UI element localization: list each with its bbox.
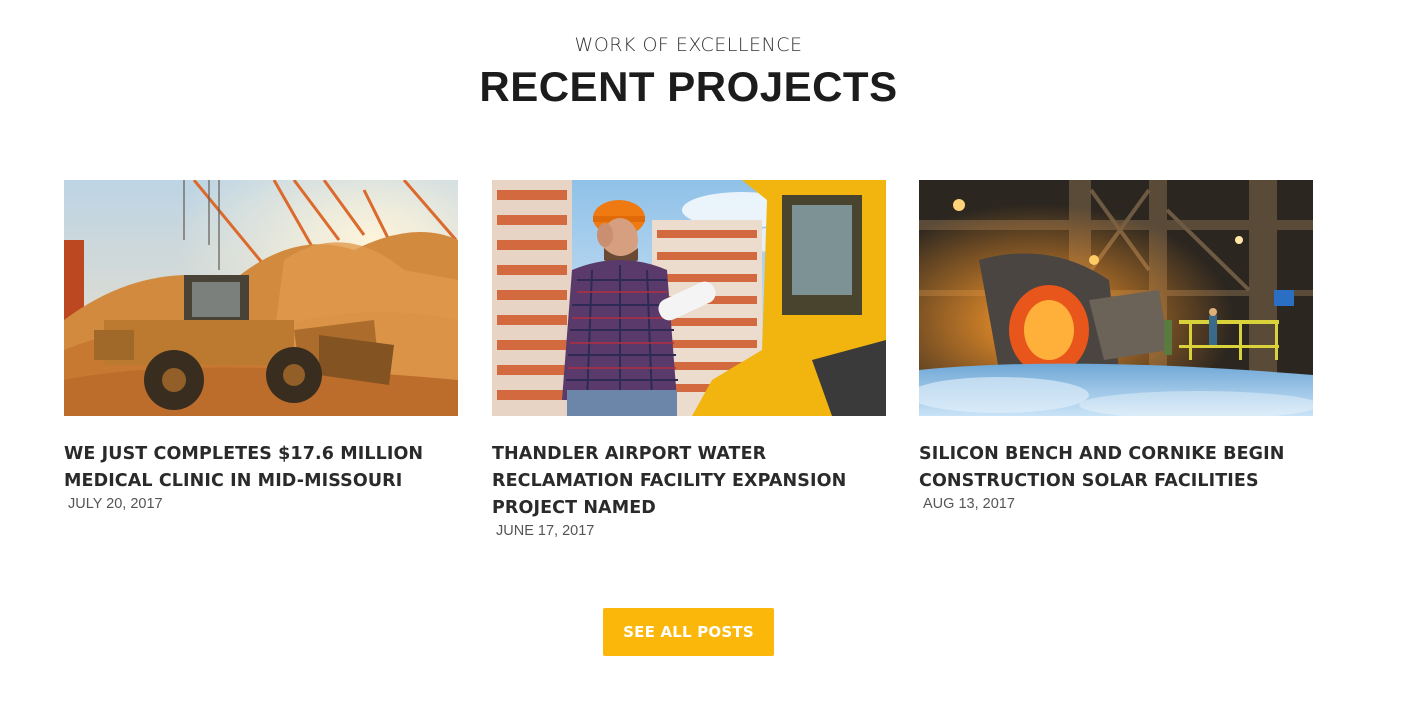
project-image-construction-worker[interactable] bbox=[492, 180, 886, 416]
project-card: THANDLER AIRPORT WATER RECLAMATION FACIL… bbox=[492, 180, 886, 539]
see-all-posts-button[interactable]: SEE ALL POSTS bbox=[603, 608, 774, 656]
project-card: WE JUST COMPLETES $17.6 MILLION MEDICAL … bbox=[64, 180, 458, 512]
project-date: AUG 13, 2017 bbox=[923, 496, 1015, 512]
project-card: SILICON BENCH AND CORNIKE BEGIN CONSTRUC… bbox=[919, 180, 1313, 512]
project-title[interactable]: WE JUST COMPLETES $17.6 MILLION MEDICAL … bbox=[64, 441, 458, 495]
project-title[interactable]: THANDLER AIRPORT WATER RECLAMATION FACIL… bbox=[492, 441, 886, 522]
project-title[interactable]: SILICON BENCH AND CORNIKE BEGIN CONSTRUC… bbox=[919, 441, 1313, 495]
construction-worker-photo bbox=[492, 180, 886, 416]
project-date: JUNE 17, 2017 bbox=[496, 523, 595, 539]
wheel-loader-photo bbox=[64, 180, 458, 416]
steel-foundry-photo bbox=[919, 180, 1313, 416]
project-date: JULY 20, 2017 bbox=[68, 496, 163, 512]
section-eyebrow: WORK OF EXCELLENCE bbox=[574, 34, 803, 56]
section-title: RECENT PROJECTS bbox=[479, 63, 898, 110]
project-image-wheel-loader[interactable] bbox=[64, 180, 458, 416]
project-image-steel-foundry[interactable] bbox=[919, 180, 1313, 416]
